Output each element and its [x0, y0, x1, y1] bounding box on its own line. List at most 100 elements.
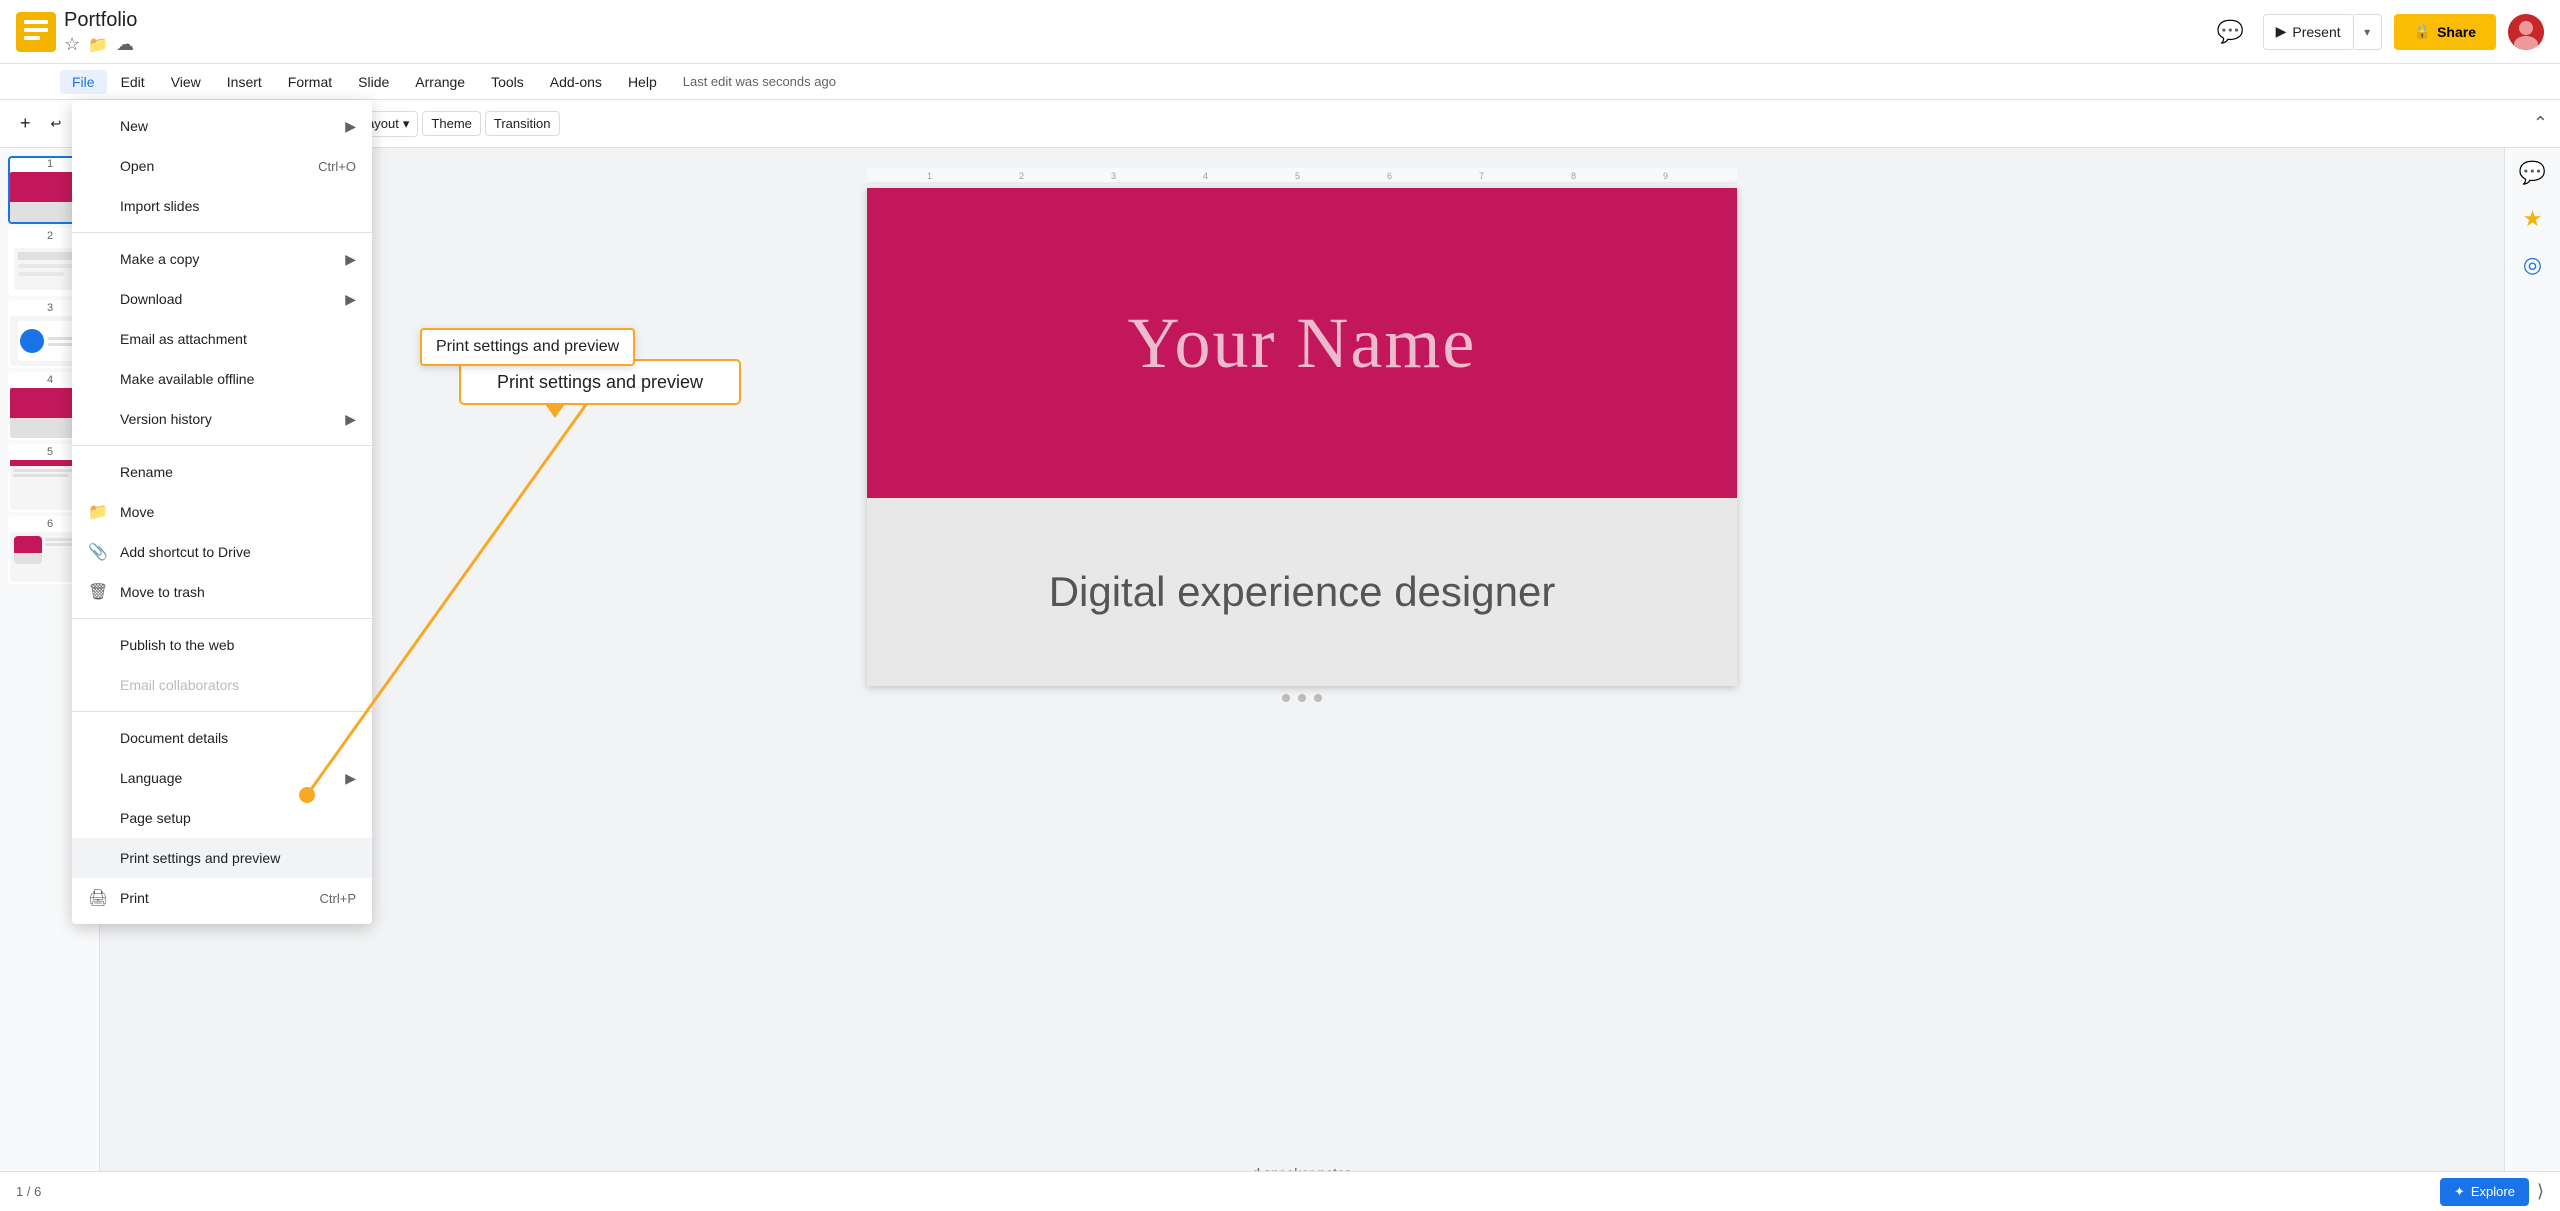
svg-text:2: 2 — [1019, 171, 1024, 181]
tooltip-annotation: Print settings and preview — [420, 328, 635, 366]
slide-dot-2[interactable] — [1298, 694, 1306, 702]
explore-button[interactable]: ✦ Explore — [2440, 1178, 2529, 1206]
move-label: Move — [120, 504, 154, 520]
file-dropdown-menu: New ▶ Open Ctrl+O Import slides Make a c… — [72, 100, 372, 924]
user-avatar[interactable] — [2508, 14, 2544, 50]
menu-item-doc-details[interactable]: Document details — [72, 718, 372, 758]
svg-text:8: 8 — [1571, 171, 1576, 181]
svg-text:6: 6 — [1387, 171, 1392, 181]
menu-edit[interactable]: Edit — [109, 70, 157, 94]
print-shortcut: Ctrl+P — [320, 891, 356, 906]
right-panel-star-icon[interactable]: ★ — [2523, 206, 2543, 232]
print-settings-label: Print settings and preview — [120, 850, 280, 866]
divider-3 — [72, 618, 372, 619]
menu-item-import[interactable]: Import slides — [72, 186, 372, 226]
document-title[interactable]: Portfolio — [64, 8, 137, 32]
slide-dot-3[interactable] — [1314, 694, 1322, 702]
menu-addons[interactable]: Add-ons — [538, 70, 614, 94]
svg-text:5: 5 — [1295, 171, 1300, 181]
menu-item-page-setup[interactable]: Page setup — [72, 798, 372, 838]
offline-label: Make available offline — [120, 371, 254, 387]
toolbar-undo-button[interactable]: ↩ — [43, 108, 70, 140]
download-label: Download — [120, 291, 182, 307]
menu-view[interactable]: View — [159, 70, 213, 94]
svg-text:9: 9 — [1663, 171, 1668, 181]
import-label: Import slides — [120, 198, 199, 214]
svg-text:3: 3 — [1111, 171, 1116, 181]
document-title-icons: ☆ 📁 ☁ — [64, 34, 137, 55]
slide-navigation-dots — [1282, 694, 1322, 702]
share-label: Share — [2437, 24, 2476, 40]
add-shortcut-label: Add shortcut to Drive — [120, 544, 251, 560]
comment-button[interactable]: 💬 — [2211, 12, 2251, 52]
publish-label: Publish to the web — [120, 637, 234, 653]
cloud-icon[interactable]: ☁ — [116, 34, 134, 55]
expand-panel-button[interactable]: ⟩ — [2537, 1181, 2544, 1202]
menu-item-add-shortcut[interactable]: 📎 Add shortcut to Drive — [72, 532, 372, 572]
divider-1 — [72, 232, 372, 233]
open-shortcut: Ctrl+O — [318, 159, 356, 174]
present-dropdown-button[interactable]: ▾ — [2354, 14, 2382, 50]
toolbar-add-button[interactable]: + — [12, 108, 39, 140]
menu-item-print[interactable]: 🖨 Print Ctrl+P — [72, 878, 372, 918]
menu-tools[interactable]: Tools — [479, 70, 536, 94]
menu-item-email-collaborators: Email collaborators — [72, 665, 372, 705]
menu-item-trash[interactable]: 🗑 Move to trash — [72, 572, 372, 612]
slide-canvas[interactable]: Your Name Digital experience designer — [867, 188, 1737, 686]
present-button[interactable]: ▶ Present — [2263, 14, 2354, 50]
app-icon — [16, 12, 56, 52]
menu-item-open[interactable]: Open Ctrl+O — [72, 146, 372, 186]
menu-item-version-history[interactable]: Version history ▶ — [72, 399, 372, 439]
top-bar: Portfolio ☆ 📁 ☁ 💬 ▶ Present ▾ 🔒 Share — [0, 0, 2560, 64]
divider-2 — [72, 445, 372, 446]
top-right-actions: 💬 ▶ Present ▾ 🔒 Share — [2211, 12, 2544, 52]
slide-dot-1[interactable] — [1282, 694, 1290, 702]
open-label: Open — [120, 158, 154, 174]
toolbar-collapse-button[interactable]: ⌃ — [2533, 113, 2548, 134]
menu-item-email-attachment[interactable]: Email as attachment — [72, 319, 372, 359]
trash-icon: 🗑 — [88, 582, 108, 602]
menu-item-language[interactable]: Language ▶ — [72, 758, 372, 798]
menu-item-offline[interactable]: Make available offline — [72, 359, 372, 399]
menu-item-copy[interactable]: Make a copy ▶ — [72, 239, 372, 279]
menu-item-publish[interactable]: Publish to the web — [72, 625, 372, 665]
toolbar: + ↩ ↪ 🖼 ◻ ↖ ⊞ Background Layout ▾ Theme … — [0, 100, 2560, 148]
right-panel-chat-icon[interactable]: 💬 — [2519, 160, 2546, 186]
tooltip-label: Print settings and preview — [436, 338, 619, 355]
menu-item-rename[interactable]: Rename — [72, 452, 372, 492]
menu-item-download[interactable]: Download ▶ — [72, 279, 372, 319]
menu-item-move[interactable]: 📁 Move — [72, 492, 372, 532]
svg-text:1: 1 — [927, 171, 932, 181]
explore-label: Explore — [2471, 1184, 2515, 1199]
slide-number: 1 / 6 — [16, 1184, 41, 1199]
version-arrow: ▶ — [345, 411, 356, 428]
tooltip-box: Print settings and preview — [420, 328, 635, 366]
menu-slide[interactable]: Slide — [346, 70, 401, 94]
menu-help[interactable]: Help — [616, 70, 669, 94]
document-title-area: Portfolio ☆ 📁 ☁ — [64, 8, 137, 55]
menu-insert[interactable]: Insert — [215, 70, 274, 94]
right-panel: 💬 ★ ◎ — [2504, 148, 2560, 1211]
toolbar-transition[interactable]: Transition — [485, 111, 560, 136]
present-label: Present — [2292, 24, 2340, 40]
new-arrow: ▶ — [345, 118, 356, 135]
menu-item-print-settings[interactable]: Print settings and preview — [72, 838, 372, 878]
horizontal-ruler: 1 2 3 4 5 6 7 8 9 — [867, 168, 1737, 184]
menu-item-new[interactable]: New ▶ — [72, 106, 372, 146]
shortcut-icon: 📎 — [88, 542, 108, 562]
explore-icon: ✦ — [2454, 1184, 2465, 1200]
share-button[interactable]: 🔒 Share — [2394, 14, 2496, 50]
star-icon[interactable]: ☆ — [64, 34, 80, 55]
menu-bar: File Edit View Insert Format Slide Arran… — [0, 64, 2560, 100]
lock-icon: 🔒 — [2414, 23, 2431, 40]
move-icon: 📁 — [88, 502, 108, 522]
rename-label: Rename — [120, 464, 173, 480]
menu-format[interactable]: Format — [276, 70, 344, 94]
menu-file[interactable]: File — [60, 70, 107, 94]
toolbar-theme[interactable]: Theme — [422, 111, 480, 136]
menu-arrange[interactable]: Arrange — [403, 70, 477, 94]
folder-icon[interactable]: 📁 — [88, 35, 108, 55]
copy-label: Make a copy — [120, 251, 199, 267]
right-panel-circle-icon[interactable]: ◎ — [2523, 252, 2542, 278]
email-attachment-label: Email as attachment — [120, 331, 247, 347]
